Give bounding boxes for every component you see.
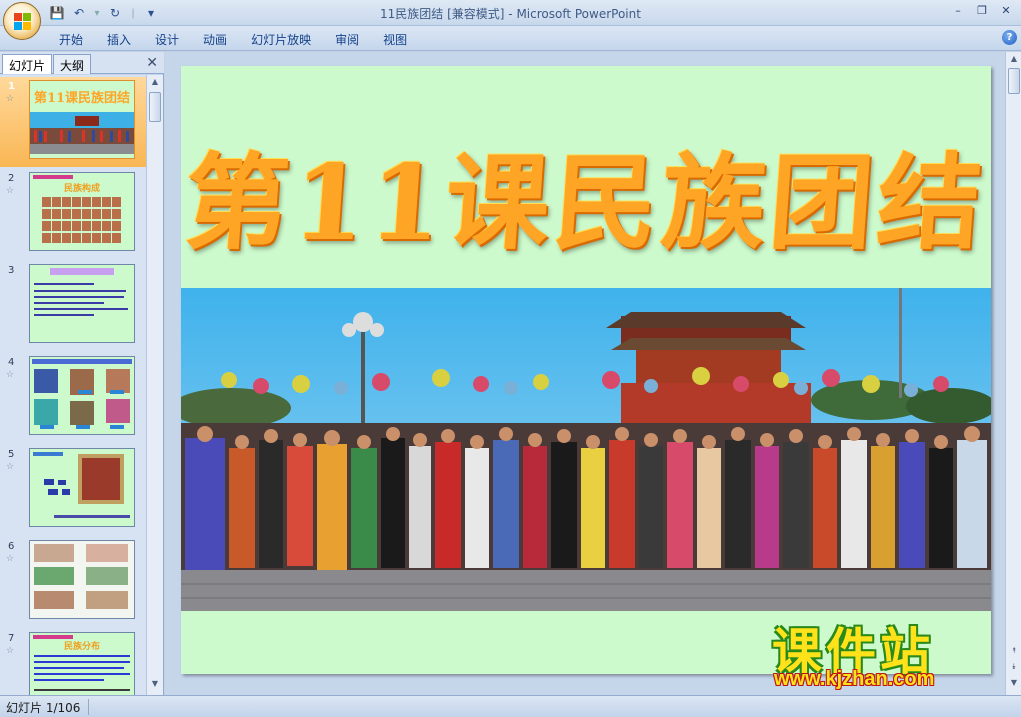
tab-insert[interactable]: 插入 xyxy=(95,30,143,48)
tab-view[interactable]: 视图 xyxy=(371,30,419,48)
tab-slide-show[interactable]: 幻灯片放映 xyxy=(239,30,323,48)
slide-preview: 民族分布 xyxy=(29,632,135,695)
thumbnail-list: 1 ☆ 第11课民族团结 2 ☆ 民族构成 3 4 ☆ 5 ☆ 6 ☆ 7 ☆ … xyxy=(0,75,146,695)
previous-slide-icon[interactable]: ⯭ xyxy=(1008,646,1020,658)
scroll-up-icon[interactable]: ▲ xyxy=(149,77,161,89)
close-button[interactable]: ✕ xyxy=(995,2,1017,18)
slide-thumbnail-3[interactable]: 3 xyxy=(0,261,146,351)
slide-preview xyxy=(29,448,135,527)
slide-number: 3 xyxy=(8,265,15,276)
slide-number: 2 xyxy=(8,173,15,184)
slide-thumbnail-2[interactable]: 2 ☆ 民族构成 xyxy=(0,169,146,259)
slide-thumbnail-6[interactable]: 6 ☆ xyxy=(0,537,146,627)
slide-preview: 第11课民族团结 xyxy=(29,80,135,159)
status-divider xyxy=(88,699,89,715)
slide-title[interactable]: 第11课民族团结 xyxy=(181,118,991,269)
scrollbar-thumb[interactable] xyxy=(149,92,161,122)
office-logo-icon xyxy=(14,13,32,31)
tab-animations[interactable]: 动画 xyxy=(191,30,239,48)
slide-thumbnail-7[interactable]: 7 ☆ 民族分布 xyxy=(0,629,146,695)
title-bar: 💾 ↶ ▾ ↻ | ▾ 11民族团结 [兼容模式] - Microsoft Po… xyxy=(0,0,1021,26)
slide-scrollbar[interactable]: ▲ ⯭ ⯯ ▼ xyxy=(1005,52,1021,695)
restore-button[interactable]: ❐ xyxy=(971,2,993,18)
site-watermark: 课件站 www.kjzhan.com xyxy=(768,612,1008,692)
slide-preview xyxy=(29,540,135,619)
slide-thumbnail-4[interactable]: 4 ☆ xyxy=(0,353,146,443)
slide-preview xyxy=(29,264,135,343)
group-photo-image[interactable] xyxy=(181,288,991,611)
tab-slides[interactable]: 幻灯片 xyxy=(2,54,53,74)
slide-canvas[interactable]: 第11课民族团结 xyxy=(181,66,991,674)
thumb-title: 民族分布 xyxy=(63,642,100,652)
next-slide-icon[interactable]: ⯯ xyxy=(1008,662,1020,674)
slide-number: 4 xyxy=(8,357,15,368)
close-pane-icon[interactable]: ✕ xyxy=(146,55,158,71)
scroll-down-icon[interactable]: ▼ xyxy=(149,679,161,691)
animation-star-icon: ☆ xyxy=(6,646,15,656)
help-icon[interactable]: ? xyxy=(1002,30,1017,45)
tab-review[interactable]: 审阅 xyxy=(323,30,371,48)
slide-preview: 民族构成 xyxy=(29,172,135,251)
office-button[interactable] xyxy=(3,2,41,40)
animation-star-icon: ☆ xyxy=(6,462,15,472)
slide-number: 7 xyxy=(8,633,15,644)
tab-design[interactable]: 设计 xyxy=(143,30,191,48)
slide-number: 5 xyxy=(8,449,15,460)
slide-number: 6 xyxy=(8,541,15,552)
tab-home[interactable]: 开始 xyxy=(47,30,95,48)
ribbon: 开始 插入 设计 动画 幻灯片放映 审阅 视图 ? xyxy=(0,26,1021,51)
slide-thumbnail-1[interactable]: 1 ☆ 第11课民族团结 xyxy=(0,77,146,167)
scroll-up-icon[interactable]: ▲ xyxy=(1008,54,1020,66)
slide-editing-area: 第11课民族团结 xyxy=(165,52,1005,695)
tab-outline[interactable]: 大纲 xyxy=(53,54,92,74)
window-controls: – ❐ ✕ xyxy=(947,2,1017,18)
slide-number: 1 xyxy=(8,81,15,92)
slides-pane: 幻灯片 大纲 ✕ 1 ☆ 第11课民族团结 2 ☆ 民族构成 3 4 ☆ 5 ☆… xyxy=(0,52,164,695)
animation-star-icon: ☆ xyxy=(6,370,15,380)
slide-indicator: 幻灯片 1/106 xyxy=(6,701,81,715)
scrollbar-thumb[interactable] xyxy=(1008,68,1020,94)
ribbon-tabs: 开始 插入 设计 动画 幻灯片放映 审阅 视图 xyxy=(47,30,419,48)
animation-star-icon: ☆ xyxy=(6,94,15,104)
slide-preview xyxy=(29,356,135,435)
slide-thumbnail-5[interactable]: 5 ☆ xyxy=(0,445,146,535)
thumb-title: 第11课民族团结 xyxy=(33,91,131,106)
status-bar: 幻灯片 1/106 xyxy=(0,695,1021,717)
thumb-title: 民族构成 xyxy=(63,184,100,194)
window-title: 11民族团结 [兼容模式] - Microsoft PowerPoint xyxy=(380,7,641,21)
watermark-url: www.kjzhan.com xyxy=(774,668,935,690)
scroll-down-icon[interactable]: ▼ xyxy=(1008,678,1020,690)
animation-star-icon: ☆ xyxy=(6,186,15,196)
animation-star-icon: ☆ xyxy=(6,554,15,564)
pane-tabs: 幻灯片 大纲 ✕ xyxy=(0,52,164,74)
minimize-button[interactable]: – xyxy=(947,2,969,18)
thumbnail-scrollbar[interactable]: ▲ ▼ xyxy=(146,75,163,695)
